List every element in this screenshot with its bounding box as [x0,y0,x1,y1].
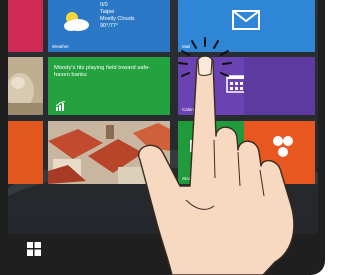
weather-tile[interactable]: 0/0 Taipei Mostly Clouds 90°/77° Weather [48,0,170,52]
store-bag-icon [190,135,204,152]
purple-tile[interactable] [244,57,315,115]
photo-tile-cat[interactable] [8,57,43,115]
mail-label: Mail [182,44,191,49]
envelope-icon [232,10,260,30]
music-tile[interactable] [244,121,315,184]
weather-city: Taipei [100,9,115,15]
city-rooftops-photo [48,121,170,184]
red-tile[interactable] [8,0,43,52]
calendar-label: Calendar [182,107,201,112]
photo-tile-city[interactable] [48,121,170,184]
calendar-grid-icon [226,75,244,93]
weather-condition: Mostly Clouds [100,16,135,22]
cat-photo [8,57,43,115]
finance-tile[interactable]: Moody's tits playing field toward safe-h… [48,57,170,115]
orange-tile-left[interactable] [8,121,43,184]
start-screen: 0/0 Taipei Mostly Clouds 90°/77° Weather… [8,0,318,234]
mail-tile[interactable]: Mail [178,0,315,52]
windows-logo-icon[interactable] [27,242,41,256]
weather-range: 90°/77° [100,23,119,29]
finance-chart-icon [56,101,66,111]
partly-cloudy-icon [64,12,89,31]
weather-label: Weather [52,44,69,49]
finance-headline: Moody's tits playing field toward safe-h… [54,65,151,78]
store-label: Store Ut [182,176,199,181]
weather-temperature: 0/0 [100,2,108,8]
calendar-tile[interactable]: Calendar [178,57,244,115]
music-icon [273,136,293,157]
weather-info: 0/0 Taipei Mostly Clouds 90°/77° [100,2,135,30]
store-tile[interactable]: Store Ut [178,121,244,184]
